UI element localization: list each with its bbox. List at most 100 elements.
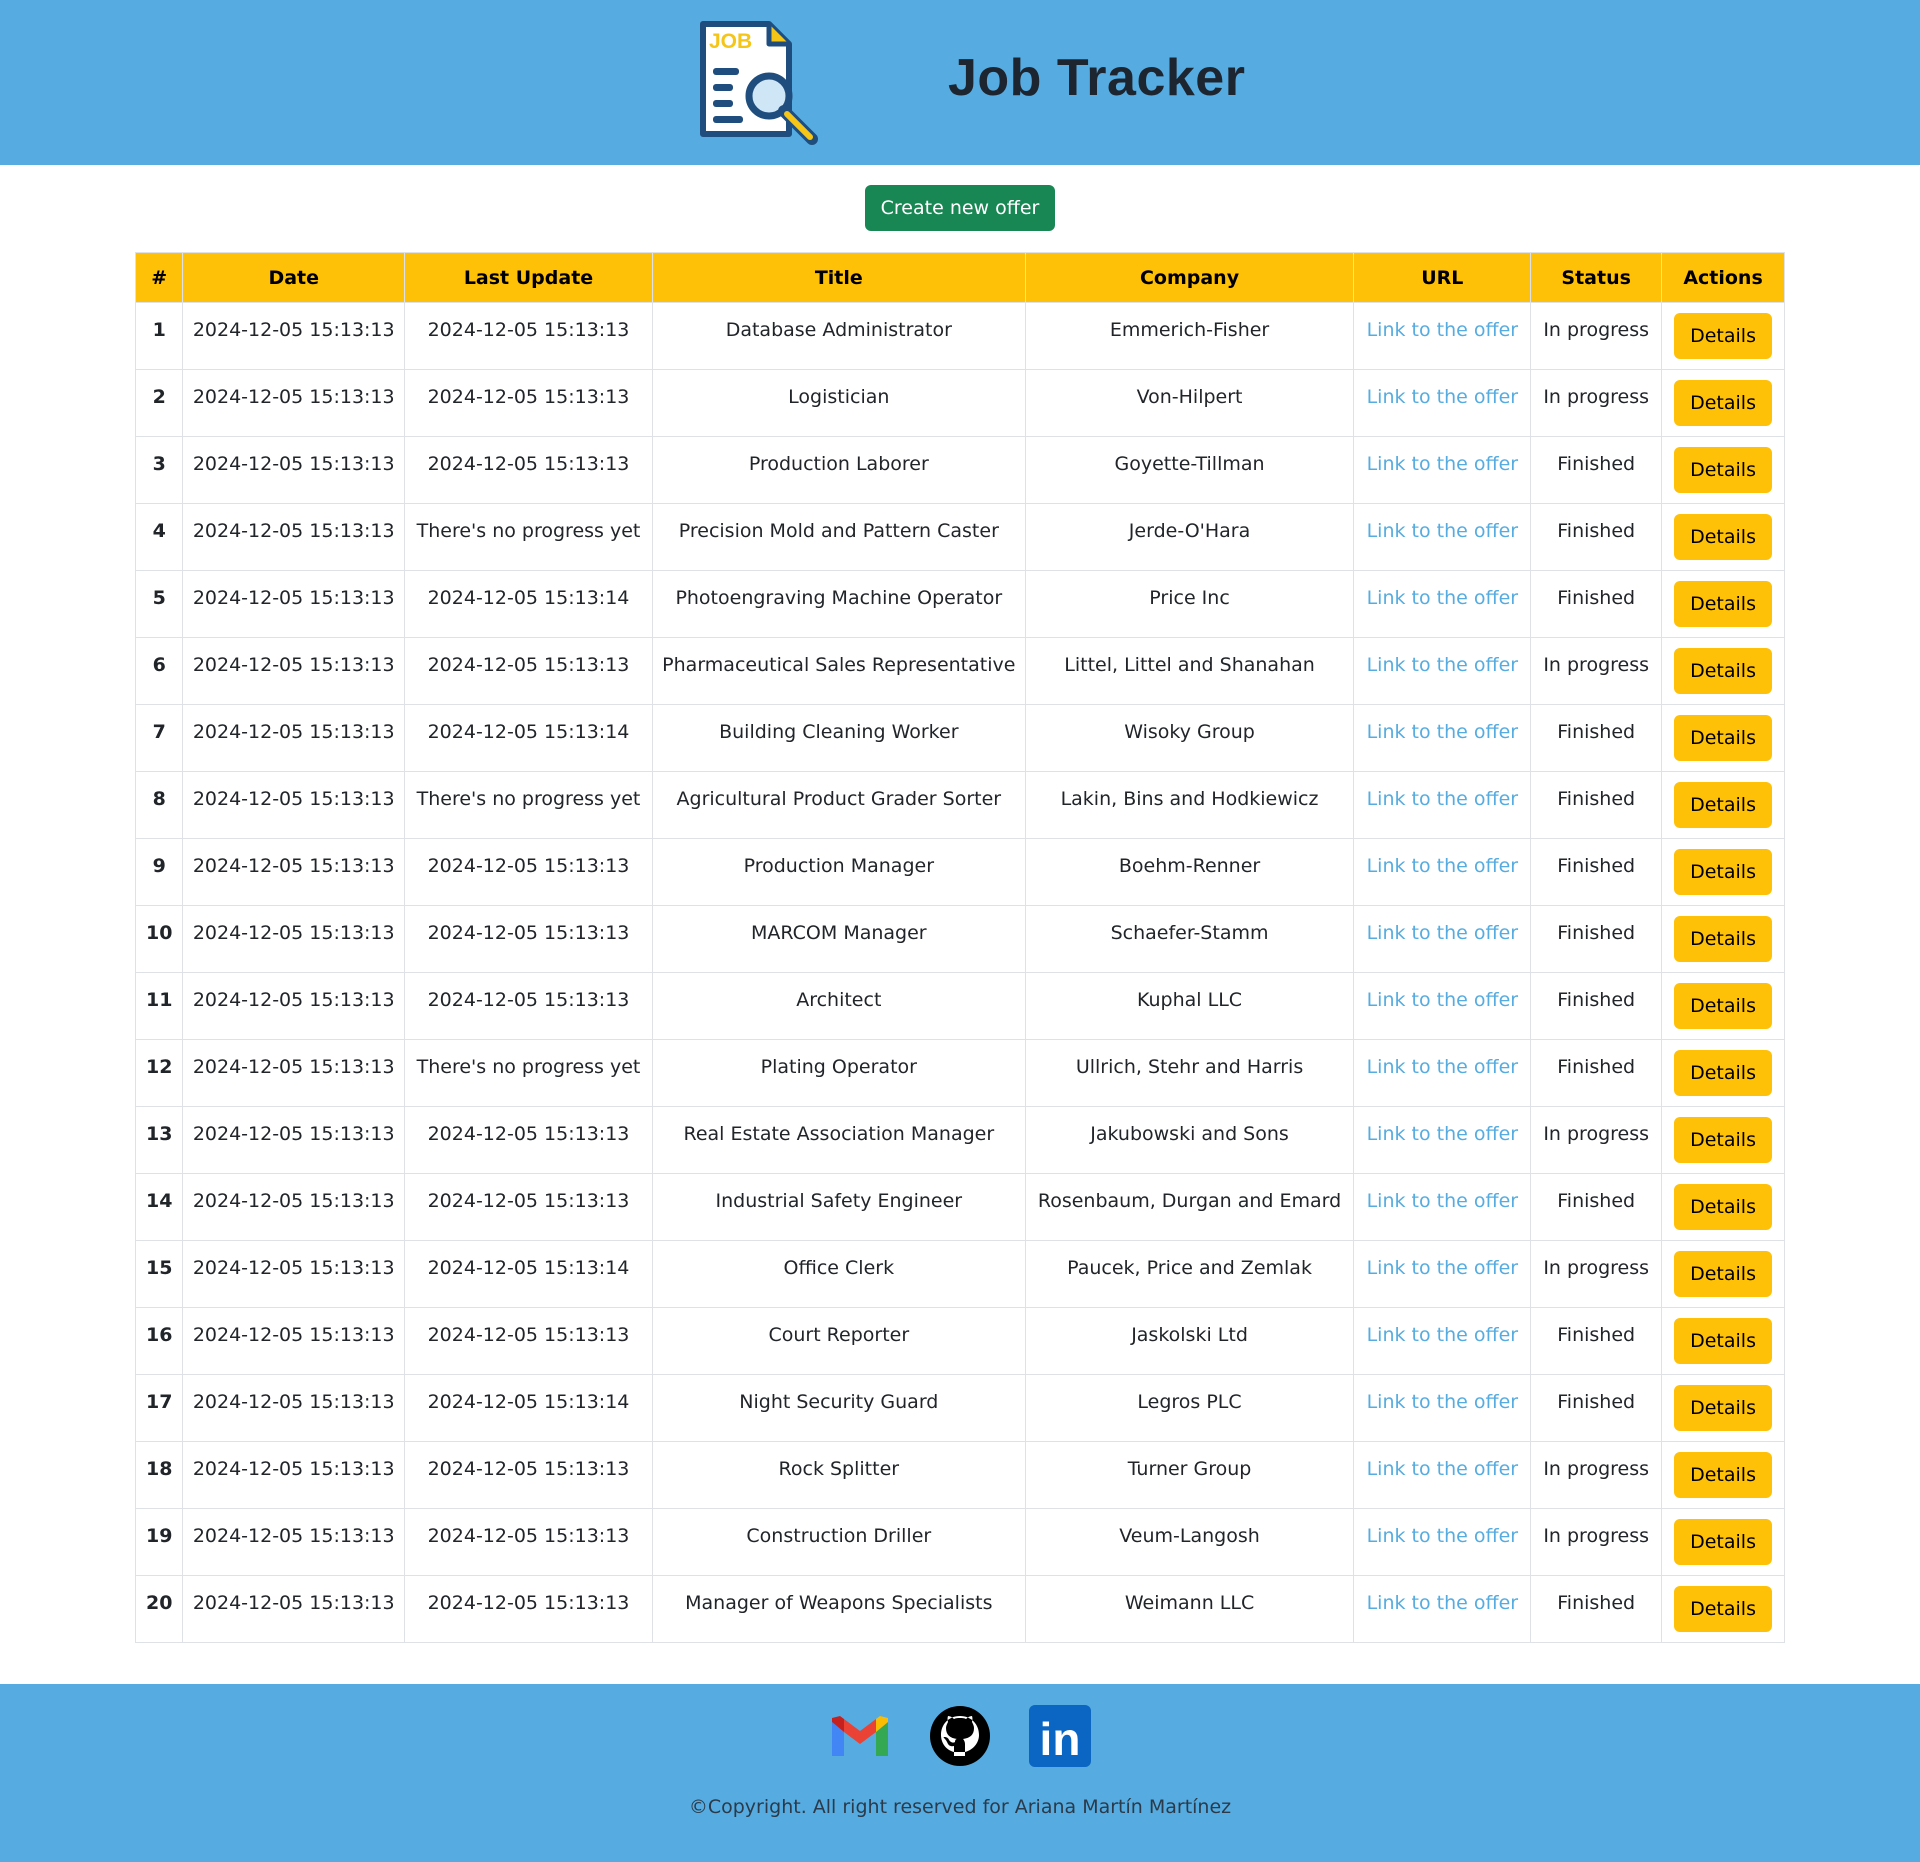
row-number: 15 <box>134 1240 184 1308</box>
offer-link[interactable]: Link to the offer <box>1367 654 1519 676</box>
details-button[interactable]: Details <box>1674 715 1772 761</box>
details-button[interactable]: Details <box>1674 1117 1772 1163</box>
offer-link[interactable]: Link to the offer <box>1367 855 1519 877</box>
row-url-cell: Link to the offer <box>1353 905 1532 973</box>
row-company: Rosenbaum, Durgan and Emard <box>1024 1173 1355 1241</box>
row-url-cell: Link to the offer <box>1353 503 1532 571</box>
table-row: 11 2024-12-05 15:13:13 2024-12-05 15:13:13… <box>134 972 1785 1040</box>
row-date: 2024-12-05 15:13:13 <box>182 1508 406 1576</box>
details-button[interactable]: Details <box>1674 849 1772 895</box>
details-button[interactable]: Details <box>1674 447 1772 493</box>
column-header-title: Title <box>651 252 1026 303</box>
row-number: 5 <box>134 570 184 638</box>
row-last-update: 2024-12-05 15:13:13 <box>404 1307 653 1375</box>
offer-link[interactable]: Link to the offer <box>1367 721 1519 743</box>
offer-link[interactable]: Link to the offer <box>1367 1123 1519 1145</box>
table-row: 2 2024-12-05 15:13:13 2024-12-05 15:13:13 L… <box>134 369 1785 437</box>
row-status: Finished <box>1530 1374 1663 1442</box>
row-url-cell: Link to the offer <box>1353 1575 1532 1643</box>
row-url-cell: Link to the offer <box>1353 436 1532 504</box>
offer-link[interactable]: Link to the offer <box>1367 1458 1519 1480</box>
offer-link[interactable]: Link to the offer <box>1367 587 1519 609</box>
row-date: 2024-12-05 15:13:13 <box>182 1173 406 1241</box>
row-number: 8 <box>134 771 184 839</box>
offer-link[interactable]: Link to the offer <box>1367 1257 1519 1279</box>
row-title: Plating Operator <box>651 1039 1026 1107</box>
offer-link[interactable]: Link to the offer <box>1367 922 1519 944</box>
table-row: 13 2024-12-05 15:13:13 2024-12-05 15:13:13… <box>134 1106 1785 1174</box>
details-button[interactable]: Details <box>1674 983 1772 1029</box>
row-company: Turner Group <box>1024 1441 1355 1509</box>
gmail-icon[interactable] <box>828 1704 892 1768</box>
details-button[interactable]: Details <box>1674 581 1772 627</box>
details-button[interactable]: Details <box>1674 1050 1772 1096</box>
row-actions-cell: Details <box>1661 1508 1785 1576</box>
column-header-actions: Actions <box>1661 252 1785 303</box>
row-actions-cell: Details <box>1661 1307 1785 1375</box>
offer-link[interactable]: Link to the offer <box>1367 1391 1519 1413</box>
row-number: 10 <box>134 905 184 973</box>
details-button[interactable]: Details <box>1674 1519 1772 1565</box>
details-button[interactable]: Details <box>1674 380 1772 426</box>
details-button[interactable]: Details <box>1674 1184 1772 1230</box>
table-row: 12 2024-12-05 15:13:13 There's no progress… <box>134 1039 1785 1107</box>
row-status: Finished <box>1530 972 1663 1040</box>
offer-link[interactable]: Link to the offer <box>1367 319 1519 341</box>
details-button[interactable]: Details <box>1674 1452 1772 1498</box>
offer-link[interactable]: Link to the offer <box>1367 1190 1519 1212</box>
row-title: Rock Splitter <box>651 1441 1026 1509</box>
offer-link[interactable]: Link to the offer <box>1367 788 1519 810</box>
table-row: 6 2024-12-05 15:13:13 2024-12-05 15:13:13 P… <box>134 637 1785 705</box>
row-actions-cell: Details <box>1661 1575 1785 1643</box>
details-button[interactable]: Details <box>1674 313 1772 359</box>
column-header-company: Company <box>1024 252 1355 303</box>
row-status: In progress <box>1530 302 1663 370</box>
row-status: Finished <box>1530 1307 1663 1375</box>
row-actions-cell: Details <box>1661 1039 1785 1107</box>
table-row: 14 2024-12-05 15:13:13 2024-12-05 15:13:13… <box>134 1173 1785 1241</box>
row-status: Finished <box>1530 436 1663 504</box>
row-url-cell: Link to the offer <box>1353 1441 1532 1509</box>
row-url-cell: Link to the offer <box>1353 1106 1532 1174</box>
row-last-update: 2024-12-05 15:13:14 <box>404 704 653 772</box>
details-button[interactable]: Details <box>1674 1251 1772 1297</box>
copyright-text: ©Copyright. All right reserved for Arian… <box>688 1796 1232 1818</box>
offer-link[interactable]: Link to the offer <box>1367 989 1519 1011</box>
details-button[interactable]: Details <box>1674 916 1772 962</box>
details-button[interactable]: Details <box>1674 1586 1772 1632</box>
row-status: Finished <box>1530 570 1663 638</box>
row-date: 2024-12-05 15:13:13 <box>182 1575 406 1643</box>
offer-link[interactable]: Link to the offer <box>1367 453 1519 475</box>
details-button[interactable]: Details <box>1674 514 1772 560</box>
linkedin-icon[interactable]: in <box>1028 1704 1092 1768</box>
offer-link[interactable]: Link to the offer <box>1367 1525 1519 1547</box>
row-status: In progress <box>1530 637 1663 705</box>
github-icon[interactable] <box>928 1704 992 1768</box>
offer-link[interactable]: Link to the offer <box>1367 1592 1519 1614</box>
row-date: 2024-12-05 15:13:13 <box>182 436 406 504</box>
offer-link[interactable]: Link to the offer <box>1367 386 1519 408</box>
row-actions-cell: Details <box>1661 905 1785 973</box>
row-number: 13 <box>134 1106 184 1174</box>
row-company: Ullrich, Stehr and Harris <box>1024 1039 1355 1107</box>
row-actions-cell: Details <box>1661 704 1785 772</box>
offer-link[interactable]: Link to the offer <box>1367 1324 1519 1346</box>
row-last-update: 2024-12-05 15:13:13 <box>404 1575 653 1643</box>
offer-link[interactable]: Link to the offer <box>1367 520 1519 542</box>
row-title: Photoengraving Machine Operator <box>651 570 1026 638</box>
details-button[interactable]: Details <box>1674 648 1772 694</box>
row-company: Lakin, Bins and Hodkiewicz <box>1024 771 1355 839</box>
row-title: Manager of Weapons Specialists <box>651 1575 1026 1643</box>
details-button[interactable]: Details <box>1674 782 1772 828</box>
details-button[interactable]: Details <box>1674 1318 1772 1364</box>
row-url-cell: Link to the offer <box>1353 302 1532 370</box>
row-last-update: 2024-12-05 15:13:13 <box>404 1508 653 1576</box>
row-url-cell: Link to the offer <box>1353 771 1532 839</box>
row-title: Building Cleaning Worker <box>651 704 1026 772</box>
row-last-update: 2024-12-05 15:13:14 <box>404 570 653 638</box>
offer-link[interactable]: Link to the offer <box>1367 1056 1519 1078</box>
create-new-offer-button[interactable]: Create new offer <box>864 185 1056 231</box>
row-title: Night Security Guard <box>651 1374 1026 1442</box>
row-date: 2024-12-05 15:13:13 <box>182 302 406 370</box>
details-button[interactable]: Details <box>1674 1385 1772 1431</box>
